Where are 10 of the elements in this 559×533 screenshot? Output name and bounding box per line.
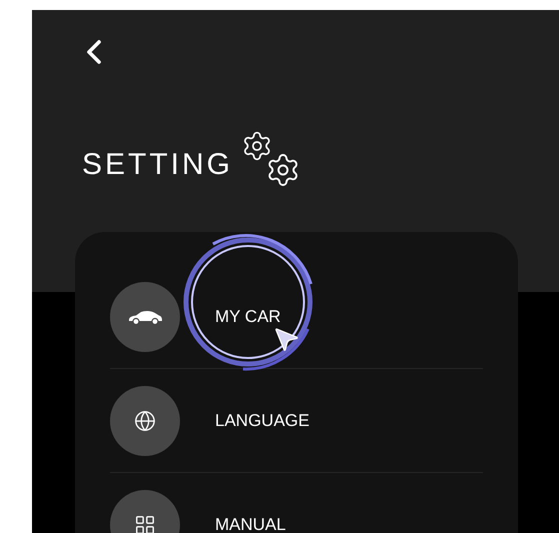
menu-item[interactable]: MANUAL [110, 473, 483, 533]
menu-label: MY CAR [215, 306, 281, 328]
grid-icon [134, 514, 156, 533]
menu-label: LANGUAGE [215, 410, 310, 432]
menu-item[interactable]: LANGUAGE [110, 369, 483, 473]
menu-item[interactable]: MY CAR [110, 265, 483, 369]
globe-icon [134, 410, 156, 432]
page-title: SETTING [82, 150, 234, 180]
menu-label: MANUAL [215, 514, 286, 533]
car-icon [127, 308, 163, 324]
